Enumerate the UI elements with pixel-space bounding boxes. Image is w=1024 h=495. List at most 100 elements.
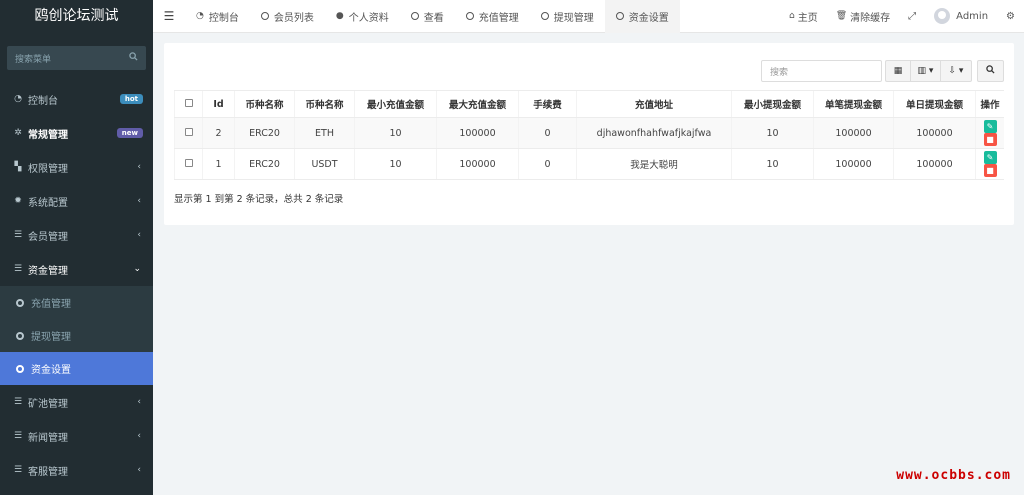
sidebar-item-news[interactable]: ☰ 新闻管理 ‹ [0,419,153,453]
avatar [934,8,951,24]
column-header[interactable]: Id [202,90,235,118]
dashboard-icon: ◔ [196,11,204,21]
sidebar-item-customer-service[interactable]: ☰ 客服管理 ‹ [0,453,153,487]
sidebar-subitem-fund-settings[interactable]: 资金设置 [0,352,153,385]
list-icon: ☰ [13,431,23,441]
sidebar-item-label: 新闻管理 [28,432,68,444]
sidebar-subitem-label: 资金设置 [31,365,71,376]
circle-icon [540,12,549,20]
top-right-actions: ⌂ 主页 🗑 清除缓存 ⤢ Admin ⚙ [780,0,1024,33]
sidebar-item-label: 系统配置 [28,197,68,209]
sidebar-subitem-recharge[interactable]: 充值管理 [0,286,153,319]
tab-fund-settings[interactable]: 资金设置 [604,0,680,33]
trash-icon: ■ [986,135,994,144]
sidebar-item-label: 矿池管理 [28,398,68,410]
sidebar-subitem-withdraw[interactable]: 提现管理 [0,319,153,352]
columns-button[interactable]: ▥ ▾ [910,60,940,82]
search-icon [129,52,138,64]
trash-icon: ■ [986,166,994,175]
tab-label: 提现管理 [553,12,594,24]
menu-toggle-icon[interactable]: ☰ [153,9,185,23]
table-cell: 2 [202,117,235,149]
table-cell: 100000 [436,117,519,149]
list-icon: ☰ [13,264,23,274]
column-header[interactable]: 最小充值金额 [354,90,437,118]
column-header[interactable]: 充值地址 [576,90,732,118]
circle-icon [16,364,24,373]
sidebar-search: 搜索菜单 [0,33,153,82]
table-row[interactable]: 2 ERC20 ETH 10 100000 0 djhawonfhahfwafj… [174,117,1004,149]
row-checkbox[interactable] [184,158,193,167]
sidebar-item-mining-pool[interactable]: ☰ 矿池管理 ‹ [0,385,153,419]
delete-button[interactable]: ■ [983,133,997,146]
export-button[interactable]: ⇩ ▾ [940,60,972,82]
tab-member-list[interactable]: 会员列表 [250,0,325,33]
column-header[interactable]: 币种名称 [234,90,295,118]
fullscreen-button[interactable]: ⤢ [899,11,925,22]
app-logo[interactable]: 鸥创论坛测试 [0,0,153,33]
fullscreen-icon: ⤢ [908,10,917,22]
tab-label: 个人资料 [348,12,389,24]
column-header[interactable]: 最大充值金额 [436,90,519,118]
toggle-view-button[interactable]: ▦ [885,60,910,82]
sidebar-item-label: 客服管理 [28,466,68,478]
new-badge: new [116,128,143,138]
sidebar-search-input[interactable]: 搜索菜单 [7,46,146,70]
tab-withdraw[interactable]: 提现管理 [530,0,605,33]
row-actions: ✎■ [975,117,1004,149]
pagination-info: 显示第 1 到第 2 条记录，总共 2 条记录 [174,194,344,205]
table-cell: ERC20 [234,148,295,180]
sidebar-item-members[interactable]: ☰ 会员管理 ‹ [0,218,153,252]
sidebar-item-general[interactable]: ✲ 常规管理 new [0,116,153,150]
tab-profile[interactable]: ● 个人资料 [325,0,400,33]
table-cell: 10 [354,148,437,180]
user-icon: ● [335,11,344,21]
sidebar-item-permissions[interactable]: ▚ 权限管理 ‹ [0,150,153,184]
select-all-checkbox[interactable] [184,98,193,107]
sidebar-item-label: 常规管理 [28,129,68,141]
circle-icon [16,298,24,307]
column-header[interactable]: 最小提现金额 [731,90,814,118]
user-name: Admin [956,10,989,22]
table-search-input[interactable]: 搜索 [761,60,882,82]
tab-recharge[interactable]: 充值管理 [455,0,530,33]
sidebar-item-system-config[interactable]: ✹ 系统配置 ‹ [0,184,153,218]
column-header[interactable]: 单笔提现金额 [813,90,894,118]
pencil-icon: ✎ [986,153,994,162]
column-header[interactable]: 手续费 [518,90,577,118]
table-icon: ▦ [893,66,903,76]
sidebar-search-placeholder: 搜索菜单 [15,54,52,65]
user-menu[interactable]: Admin [925,8,997,24]
delete-button[interactable]: ■ [983,164,997,177]
tab-label: 充值管理 [478,12,519,24]
list-icon: ☰ [13,230,23,240]
column-header[interactable]: 单日提现金额 [893,90,976,118]
top-navbar: ☰ ◔ 控制台 会员列表 ● 个人资料 查看 充值管理 提现管理 资金设置 ⌂ … [153,0,1024,33]
clear-cache-button[interactable]: 🗑 清除缓存 [827,9,899,24]
home-link[interactable]: ⌂ 主页 [780,9,827,24]
table-cell: 10 [731,148,814,180]
table-cell: 0 [518,117,577,149]
circle-icon [260,12,269,20]
row-checkbox[interactable] [184,127,193,136]
tab-dashboard[interactable]: ◔ 控制台 [185,0,250,33]
settings-button[interactable]: ⚙ [997,11,1024,22]
sidebar-item-dashboard[interactable]: ◔ 控制台 hot [0,82,153,116]
circle-icon [465,12,474,20]
edit-button[interactable]: ✎ [983,151,997,164]
table-cell: 100000 [893,148,976,180]
row-actions: ✎■ [975,148,1004,180]
edit-button[interactable]: ✎ [983,120,997,133]
circle-icon [16,331,24,340]
tab-view[interactable]: 查看 [400,0,455,33]
table-cell: USDT [294,148,355,180]
search-toggle-button[interactable] [977,60,1004,82]
column-header: 操作 [975,90,1004,118]
table-cell: ETH [294,117,355,149]
sidebar-item-funds[interactable]: ☰ 资金管理 ⌄ [0,252,153,286]
tab-label: 查看 [423,12,444,24]
column-header[interactable]: 币种名称 [294,90,355,118]
table-row[interactable]: 1 ERC20 USDT 10 100000 0 我是大聪明 10 100000… [174,148,1004,180]
cogs-icon: ✲ [14,128,22,138]
trash-icon: 🗑 [835,11,848,21]
